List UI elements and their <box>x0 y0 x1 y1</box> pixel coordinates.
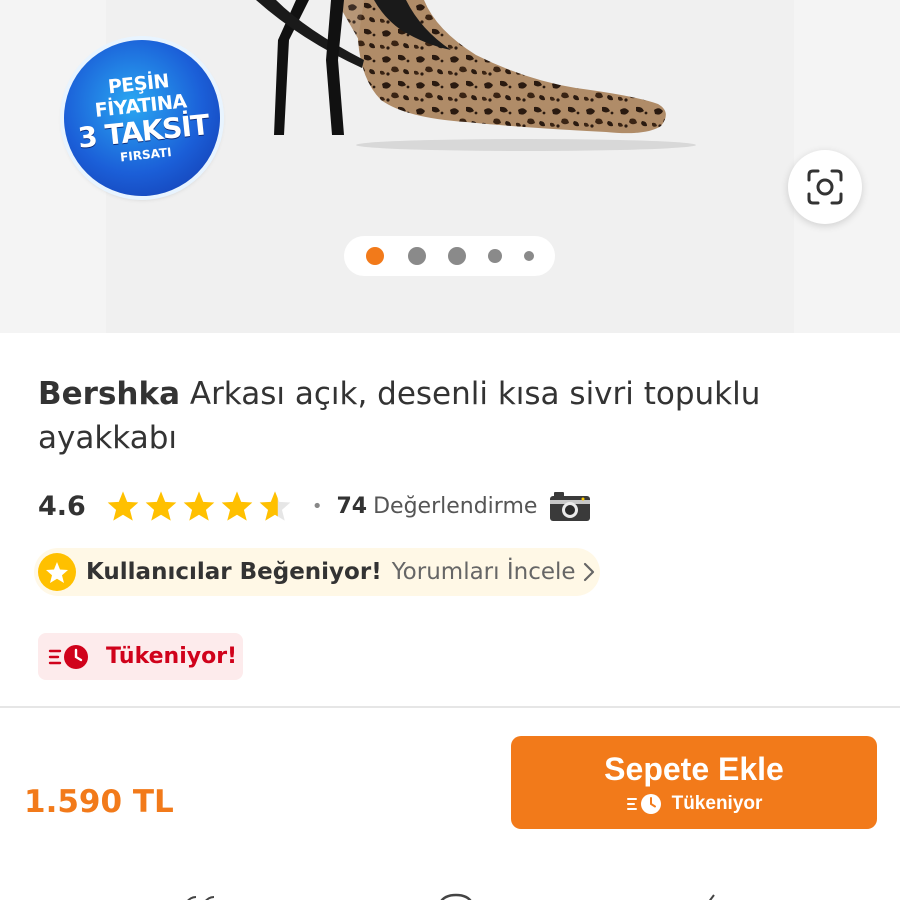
leopard-heel-illustration <box>256 0 696 151</box>
visual-search-button[interactable] <box>788 150 862 224</box>
rating-stars <box>106 490 292 522</box>
bottom-navigation-peek <box>0 888 900 900</box>
star-icon <box>107 491 139 521</box>
gallery-dot-2[interactable] <box>407 247 426 265</box>
product-price: 1.590 TL <box>24 784 174 820</box>
separator-dot: • <box>311 495 323 517</box>
review-count: 74 <box>336 493 368 519</box>
star-icon <box>145 491 177 521</box>
review-label: Değerlendirme <box>373 493 538 519</box>
fast-clock-icon <box>626 793 661 814</box>
product-photo[interactable] <box>106 0 794 333</box>
scan-camera-icon <box>807 169 843 205</box>
camera-icon <box>550 492 591 521</box>
rating-row[interactable]: 4.6 • 74 Değerlendirme <box>38 484 591 528</box>
product-title: Bershka Arkası açık, desenli kısa sivri … <box>38 372 838 460</box>
gallery-dot-4[interactable] <box>487 249 502 263</box>
star-badge <box>38 553 76 591</box>
gallery-dot-5[interactable] <box>523 251 534 261</box>
star-icon <box>183 491 215 521</box>
users-like-banner[interactable]: Kullanıcılar Beğeniyor! Yorumları İncele <box>34 548 600 596</box>
gallery-pagination <box>344 236 555 276</box>
gallery-dot-1[interactable] <box>365 247 384 265</box>
chevron-right-icon <box>583 562 594 582</box>
divider <box>0 706 900 708</box>
star-icon <box>221 491 253 521</box>
view-reviews-link[interactable]: Yorumları İncele <box>392 559 576 585</box>
users-like-title: Kullanıcılar Beğeniyor! <box>86 559 382 585</box>
fast-clock-icon <box>48 644 88 669</box>
selling-fast-badge: Tükeniyor! <box>38 633 243 680</box>
rating-value: 4.6 <box>38 490 86 522</box>
star-icon <box>46 561 68 583</box>
nav-icons-partial <box>187 893 715 900</box>
add-to-cart-label: Sepete Ekle <box>604 750 784 787</box>
cart-stock-status: Tükeniyor <box>626 791 763 817</box>
cart-stock-label: Tükeniyor <box>671 792 763 814</box>
product-image-gallery[interactable]: PEŞİN FİYATINA 3 TAKSİT FIRSATI <box>0 0 900 333</box>
gallery-dot-3[interactable] <box>447 247 466 265</box>
selling-fast-label: Tükeniyor! <box>106 644 238 669</box>
brand-name[interactable]: Bershka <box>38 376 180 412</box>
half-star-icon <box>259 491 291 521</box>
add-to-cart-button[interactable]: Sepete Ekle Tükeniyor <box>511 736 877 829</box>
